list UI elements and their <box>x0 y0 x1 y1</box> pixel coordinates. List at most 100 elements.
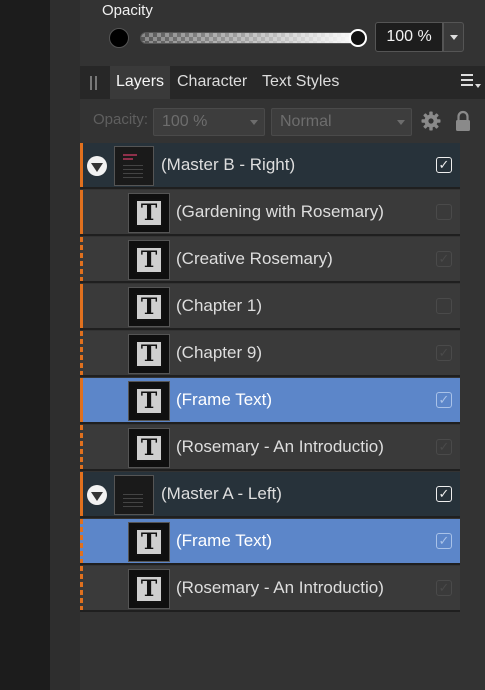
checkmark-icon: ✓ <box>438 345 450 360</box>
layer-opacity-select[interactable]: 100 % <box>153 108 265 136</box>
chevron-down-icon <box>397 120 405 125</box>
layer-row[interactable]: T (Rosemary - An Introductio) ✓ <box>80 425 460 471</box>
visibility-checkbox[interactable]: ✓ <box>436 533 452 549</box>
layer-edit-marker <box>80 237 83 281</box>
layer-row[interactable]: T (Rosemary - An Introductio) ✓ <box>80 566 460 612</box>
panel-menu-icon[interactable] <box>461 74 481 90</box>
thumbnail-text-line <box>123 169 143 170</box>
visibility-checkbox[interactable]: ✓ <box>436 345 452 361</box>
thumbnail-text-line <box>123 173 143 174</box>
layer-edit-marker <box>80 190 83 234</box>
visibility-checkbox[interactable]: ✓ <box>436 580 452 596</box>
text-frame-icon: T <box>135 340 163 368</box>
checkmark-icon: ✓ <box>438 392 450 407</box>
collapse-toggle-icon[interactable] <box>87 485 107 505</box>
text-frame-icon: T <box>135 387 163 415</box>
app-root: Opacity 100 % Layers Character Text Styl… <box>0 0 485 690</box>
layer-row[interactable]: T (Gardening with Rosemary) <box>80 190 460 236</box>
tab-layers[interactable]: Layers <box>110 66 171 99</box>
master-layer-row[interactable]: (Master B - Right) ✓ <box>80 143 460 189</box>
text-frame-thumbnail: T <box>128 569 170 609</box>
layer-edit-marker <box>80 143 83 187</box>
visibility-checkbox[interactable] <box>436 204 452 220</box>
thumbnail-text-line <box>123 177 143 178</box>
triangle-down-icon <box>91 162 103 172</box>
opacity-dropdown-button[interactable] <box>443 22 464 52</box>
color-swatch[interactable] <box>109 28 129 48</box>
opacity-value-field[interactable]: 100 % <box>375 22 443 52</box>
layer-row[interactable]: T (Creative Rosemary) ✓ <box>80 237 460 283</box>
visibility-checkbox[interactable]: ✓ <box>436 157 452 173</box>
text-frame-icon: T <box>135 246 163 274</box>
collapse-toggle-icon[interactable] <box>87 156 107 176</box>
thumbnail-text-line <box>123 165 143 166</box>
layer-name: (Rosemary - An Introductio) <box>176 437 384 456</box>
tab-character[interactable]: Character <box>171 66 253 99</box>
layer-row[interactable]: T (Frame Text) ✓ <box>80 519 460 565</box>
layer-edit-marker <box>80 378 83 422</box>
visibility-checkbox[interactable] <box>436 298 452 314</box>
layer-name: (Rosemary - An Introductio) <box>176 578 384 597</box>
master-layer-row[interactable]: (Master A - Left) ✓ <box>80 472 460 518</box>
checkmark-icon: ✓ <box>438 157 450 172</box>
layer-edit-marker <box>80 331 83 375</box>
text-frame-icon: T <box>135 575 163 603</box>
text-frame-thumbnail: T <box>128 240 170 280</box>
chevron-down-icon <box>449 34 458 40</box>
visibility-checkbox[interactable]: ✓ <box>436 486 452 502</box>
thumbnail-heading-line <box>123 158 133 160</box>
opacity-slider[interactable] <box>140 32 362 44</box>
text-frame-icon: T <box>135 293 163 321</box>
checkmark-icon: ✓ <box>438 533 450 548</box>
checkmark-icon: ✓ <box>438 251 450 266</box>
drag-handle-icon[interactable] <box>90 76 98 90</box>
thumbnail-text-line <box>123 502 143 503</box>
gear-icon[interactable] <box>421 111 441 131</box>
layer-name: (Frame Text) <box>176 531 273 550</box>
visibility-checkbox[interactable]: ✓ <box>436 251 452 267</box>
panel-tab-bar: Layers Character Text Styles <box>80 66 485 99</box>
checkmark-icon: ✓ <box>438 486 450 501</box>
layer-name: (Master B - Right) <box>161 155 296 174</box>
text-frame-thumbnail: T <box>128 193 170 233</box>
blend-mode-value: Normal <box>280 113 332 130</box>
layer-name: (Gardening with Rosemary) <box>176 202 384 221</box>
text-frame-thumbnail: T <box>128 522 170 562</box>
layer-opacity-value: 100 % <box>162 113 208 130</box>
page-thumbnail <box>114 146 154 186</box>
lock-icon[interactable] <box>454 110 472 132</box>
checkmark-icon: ✓ <box>438 580 450 595</box>
visibility-checkbox[interactable]: ✓ <box>436 439 452 455</box>
text-frame-icon: T <box>135 528 163 556</box>
text-frame-thumbnail: T <box>128 287 170 327</box>
opacity-label: Opacity <box>102 2 153 19</box>
text-frame-icon: T <box>135 434 163 462</box>
thumbnail-heading-line <box>123 154 137 156</box>
layer-name: (Chapter 9) <box>176 343 262 362</box>
layer-edit-marker <box>80 566 83 610</box>
layer-row[interactable]: T (Chapter 1) <box>80 284 460 330</box>
layer-name: (Creative Rosemary) <box>176 249 333 268</box>
chevron-down-icon <box>250 120 258 125</box>
triangle-down-icon <box>91 491 103 501</box>
thumbnail-text-line <box>123 506 143 507</box>
layer-row[interactable]: T (Frame Text) ✓ <box>80 378 460 424</box>
layer-name: (Chapter 1) <box>176 296 262 315</box>
layer-row[interactable]: T (Chapter 9) ✓ <box>80 331 460 377</box>
layer-edit-marker <box>80 284 83 328</box>
visibility-checkbox[interactable]: ✓ <box>436 392 452 408</box>
layer-name: (Master A - Left) <box>161 484 282 503</box>
tab-text-styles[interactable]: Text Styles <box>256 66 345 99</box>
page-thumbnail <box>114 475 154 515</box>
blend-mode-select[interactable]: Normal <box>271 108 412 136</box>
toolbar-opacity-label: Opacity: <box>93 111 149 128</box>
panel-divider <box>50 0 80 690</box>
checkmark-icon: ✓ <box>438 439 450 454</box>
layer-edit-marker <box>80 519 83 563</box>
layer-name: (Frame Text) <box>176 390 273 409</box>
opacity-slider-handle[interactable] <box>349 29 367 47</box>
text-frame-thumbnail: T <box>128 334 170 374</box>
thumbnail-text-line <box>123 494 143 495</box>
layer-edit-marker <box>80 425 83 469</box>
left-margin-strip <box>0 0 50 690</box>
